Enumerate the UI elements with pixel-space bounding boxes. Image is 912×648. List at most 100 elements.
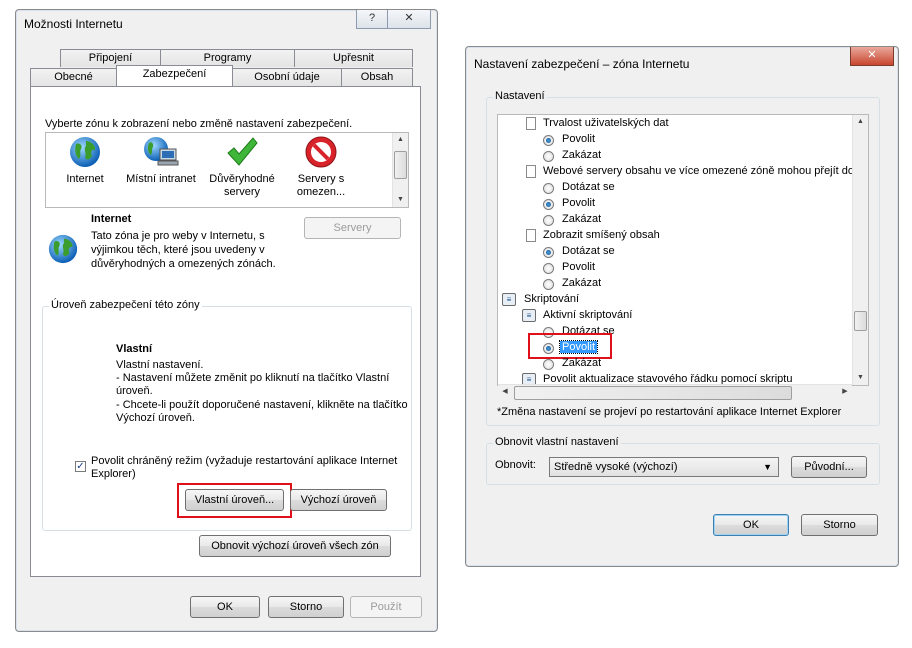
reset-group-label: Obnovit vlastní nastavení <box>493 436 621 448</box>
zone-intranet[interactable]: Místní intranet <box>124 135 198 203</box>
cancel-button[interactable]: Storno <box>268 596 344 618</box>
tab-zabezpeceni[interactable]: Zabezpečení <box>116 65 233 86</box>
radio-persistence-enable[interactable] <box>543 135 554 146</box>
hscroll-thumb[interactable] <box>514 386 792 400</box>
checkmark-icon <box>227 137 258 166</box>
tree-item-websites-zone[interactable]: Webové servery obsahu ve více omezené zó… <box>543 165 854 177</box>
document-icon <box>526 117 536 130</box>
tree-item-active-scripting[interactable]: Aktivní skriptování <box>543 309 632 321</box>
ok-button[interactable]: OK <box>713 514 789 536</box>
radio-mixed-enable[interactable] <box>543 263 554 274</box>
radio-websites-enable[interactable] <box>543 199 554 210</box>
label-scripting-disable[interactable]: Zakázat <box>562 357 601 369</box>
security-tab-panel: Vyberte zónu k zobrazení nebo změně nast… <box>30 86 421 577</box>
servers-button[interactable]: Servery <box>304 217 401 239</box>
radio-websites-prompt[interactable] <box>543 183 554 194</box>
scroll-thumb[interactable] <box>854 311 867 331</box>
radio-scripting-disable[interactable] <box>543 359 554 370</box>
label-mixed-disable[interactable]: Zakázat <box>562 277 601 289</box>
label-mixed-enable[interactable]: Povolit <box>562 261 595 273</box>
label-mixed-prompt[interactable]: Dotázat se <box>562 245 615 257</box>
document-icon <box>526 229 536 242</box>
zone-restricted[interactable]: Servery s omezen... <box>286 135 356 203</box>
level-text-4: - Chcete-li použít doporučené nastavení,… <box>116 399 408 411</box>
label-persistence-enable[interactable]: Povolit <box>562 133 595 145</box>
zone-list-scrollbar[interactable]: ▲ ▼ <box>392 133 408 207</box>
window-title: Nastavení zabezpečení – zóna Internetu <box>474 57 690 71</box>
scroll-left-arrow-icon[interactable]: ◀ <box>498 385 512 399</box>
close-button[interactable]: ✕ <box>850 47 894 66</box>
level-text-1: Vlastní nastavení. <box>116 359 204 371</box>
scroll-thumb[interactable] <box>394 151 407 179</box>
settings-tree[interactable]: Trvalost uživatelských dat Povolit Zakáz… <box>497 114 869 386</box>
zone-info-title: Internet <box>91 213 132 225</box>
protected-mode-label-2: Explorer) <box>91 468 136 480</box>
label-persistence-disable[interactable]: Zakázat <box>562 149 601 161</box>
globe-icon <box>70 137 100 167</box>
zone-info-desc-1: Tato zóna je pro weby v Internetu, s <box>91 230 265 242</box>
level-text-5: Výchozí úroveň. <box>116 412 195 424</box>
reset-group: Obnovit vlastní nastavení Obnovit: Střed… <box>486 436 880 485</box>
protected-mode-checkbox[interactable]: ✓ <box>75 461 86 472</box>
tab-upresnit[interactable]: Upřesnit <box>294 49 413 67</box>
protected-mode-label-1: Povolit chráněný režim (vyžaduje restart… <box>91 455 398 467</box>
radio-websites-disable[interactable] <box>543 215 554 226</box>
scroll-down-arrow-icon[interactable]: ▼ <box>393 193 408 207</box>
settings-group: Nastavení Trvalost uživatelských dat Pov… <box>486 90 880 426</box>
close-button[interactable]: ✕ <box>387 10 431 29</box>
zone-internet[interactable]: Internet <box>56 135 114 203</box>
highlight-scripting-enable <box>528 333 612 359</box>
default-level-button[interactable]: Výchozí úroveň <box>290 489 387 511</box>
label-websites-enable[interactable]: Povolit <box>562 197 595 209</box>
zone-trusted[interactable]: Důvěryhodné servery <box>202 135 282 203</box>
zone-info-desc-3: důvěryhodných a omezených zónách. <box>91 258 276 270</box>
ok-button[interactable]: OK <box>190 596 260 618</box>
security-settings-window: Nastavení zabezpečení – zóna Internetu ✕… <box>465 46 899 567</box>
radio-persistence-disable[interactable] <box>543 151 554 162</box>
level-text-2: - Nastavení můžete změnit po kliknutí na… <box>116 372 390 384</box>
tree-item-persistence[interactable]: Trvalost uživatelských dat <box>543 117 669 129</box>
title-bar[interactable]: Možnosti Internetu ? ✕ <box>16 10 437 36</box>
zone-prompt: Vyberte zónu k zobrazení nebo změně nast… <box>45 118 353 130</box>
settings-group-label: Nastavení <box>493 90 547 102</box>
tree-category-scripting[interactable]: Skriptování <box>524 293 579 305</box>
highlight-custom-level <box>177 483 292 518</box>
scroll-up-arrow-icon[interactable]: ▲ <box>853 115 868 129</box>
zone-internet-label: Internet <box>66 173 104 185</box>
tab-osobni-udaje[interactable]: Osobní údaje <box>232 68 342 86</box>
reset-level-value: Středně vysoké (výchozí) <box>554 461 678 473</box>
reset-level-select[interactable]: Středně vysoké (výchozí) ▼ <box>549 457 779 477</box>
tab-obsah[interactable]: Obsah <box>341 68 413 86</box>
tree-hscrollbar-bar[interactable]: ◀ ▶ <box>498 384 852 400</box>
reset-original-button[interactable]: Původní... <box>791 456 867 478</box>
zone-globe-icon <box>48 234 78 264</box>
radio-mixed-prompt[interactable] <box>543 247 554 258</box>
zone-info-desc-2: výjimkou těch, které jsou uvedeny v <box>91 244 265 256</box>
cancel-button[interactable]: Storno <box>801 514 878 536</box>
tab-obecne[interactable]: Obecné <box>30 68 117 86</box>
scroll-right-arrow-icon[interactable]: ▶ <box>838 385 852 399</box>
window-title: Možnosti Internetu <box>24 17 123 31</box>
reset-all-zones-button[interactable]: Obnovit výchozí úroveň všech zón <box>199 535 391 557</box>
zone-intranet-label: Místní intranet <box>126 173 196 185</box>
scroll-up-arrow-icon[interactable]: ▲ <box>393 133 408 147</box>
internet-options-window: Možnosti Internetu ? ✕ Připojení Program… <box>15 9 438 632</box>
zone-list[interactable]: Internet Místní intranet Důvěryhodné ser… <box>45 132 409 208</box>
chevron-down-icon: ▼ <box>763 462 772 472</box>
zone-trusted-label-2: servery <box>223 186 261 198</box>
intranet-icon <box>144 137 179 166</box>
apply-button[interactable]: Použít <box>350 596 422 618</box>
scroll-down-arrow-icon[interactable]: ▼ <box>853 371 868 385</box>
label-websites-disable[interactable]: Zakázat <box>562 213 601 225</box>
zone-restricted-label-2: omezen... <box>296 186 346 198</box>
tree-scrollbar[interactable]: ▲ ▼ <box>852 115 868 385</box>
title-bar[interactable]: Nastavení zabezpečení – zóna Internetu ✕ <box>466 47 898 73</box>
zone-restricted-label-1: Servery s <box>297 173 345 185</box>
security-level-group-label: Úroveň zabezpečení této zóny <box>49 299 202 311</box>
level-text-3: úroveň. <box>116 385 153 397</box>
tree-item-mixed-content[interactable]: Zobrazit smíšený obsah <box>543 229 660 241</box>
radio-mixed-disable[interactable] <box>543 279 554 290</box>
script-icon: ≡ <box>502 293 516 306</box>
label-websites-prompt[interactable]: Dotázat se <box>562 181 615 193</box>
help-button[interactable]: ? <box>356 10 388 29</box>
